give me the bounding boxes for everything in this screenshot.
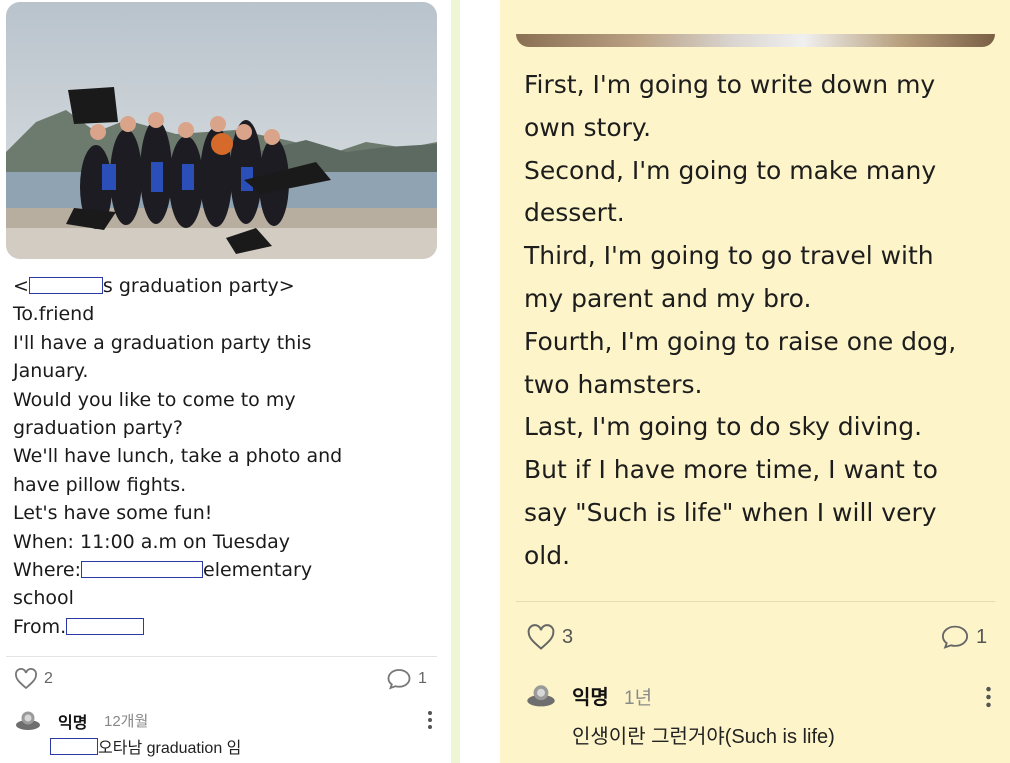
- post-line: Where: elementary: [13, 559, 313, 582]
- post-line: old.: [524, 540, 571, 570]
- redacted-box: [81, 561, 204, 579]
- post-line: < s graduation party>: [13, 275, 295, 297]
- comment-author[interactable]: 익명: [572, 681, 609, 710]
- post-line: Let's have some fun!: [13, 502, 213, 525]
- post-photo-cropped[interactable]: [516, 34, 995, 47]
- divider: [516, 601, 995, 602]
- right-post-card: First, I'm going to write down my own sto…: [500, 0, 1010, 763]
- redacted-box: [50, 737, 98, 755]
- post-line: own story.: [524, 112, 652, 142]
- column-separator: [451, 0, 460, 763]
- comment-time: 12개월: [104, 713, 149, 730]
- like-button-left[interactable]: 2: [14, 668, 53, 690]
- like-count: 2: [44, 670, 53, 687]
- post-line: dessert.: [524, 198, 625, 228]
- comment-bubble-icon: [387, 669, 411, 690]
- post-line: To.friend: [13, 303, 95, 326]
- post-line: two hamsters.: [524, 369, 703, 399]
- like-count: 3: [562, 626, 574, 648]
- post-line: Would you like to come to my: [13, 388, 296, 411]
- comment-button-left[interactable]: 1: [386, 668, 427, 690]
- avatar-icon: [527, 685, 555, 707]
- post-line: We'll have lunch, take a photo and: [13, 445, 343, 468]
- like-button-right[interactable]: 3: [526, 624, 573, 651]
- redacted-box: [28, 277, 103, 294]
- post-line: say "Such is life" when I will very: [524, 497, 937, 527]
- comment-author[interactable]: 익명: [58, 709, 87, 733]
- more-vertical-icon[interactable]: [984, 684, 993, 710]
- post-line: school: [13, 587, 74, 610]
- post-line: First, I'm going to write down my: [524, 70, 936, 99]
- comment-text: 오타남 graduation 임: [50, 734, 241, 758]
- post-body-right: First, I'm going to write down my own sto…: [524, 64, 1000, 578]
- left-post-card: < s graduation party> To.friend I'll have a…: [0, 0, 442, 763]
- post-line: From.: [13, 613, 433, 641]
- post-line: I'll have a graduation party this: [13, 331, 312, 354]
- comment-text: 인생이란 그런거야(Such is life): [572, 726, 835, 748]
- post-line: When: 11:00 a.m on Tuesday: [13, 530, 291, 553]
- post-line: Fourth, I'm going to raise one dog,: [524, 326, 957, 356]
- heart-icon: [15, 668, 37, 690]
- redacted-box: [66, 617, 145, 635]
- post-line: graduation party?: [13, 417, 183, 440]
- post-line: January.: [13, 360, 89, 383]
- divider: [6, 656, 437, 657]
- post-body-left: < s graduation party> To.friend I'll have a…: [13, 272, 433, 641]
- more-vertical-icon[interactable]: [426, 710, 434, 730]
- post-line: Second, I'm going to make many: [524, 155, 937, 185]
- comment-bubble-icon: [941, 625, 969, 649]
- post-line: Last, I'm going to do sky diving.: [524, 412, 923, 442]
- post-line: have pillow fights.: [13, 473, 187, 496]
- post-line: my parent and my bro.: [524, 283, 812, 313]
- comment-time: 1년: [624, 688, 653, 709]
- graduation-photo[interactable]: [6, 2, 437, 259]
- avatar-icon: [16, 711, 40, 730]
- comment-count: 1: [418, 670, 427, 687]
- post-line: But if I have more time, I want to: [524, 455, 938, 485]
- comment-button-right[interactable]: 1: [940, 624, 987, 650]
- comment-count: 1: [976, 625, 988, 648]
- heart-icon: [527, 624, 555, 650]
- post-line: Third, I'm going to go travel with: [524, 241, 934, 271]
